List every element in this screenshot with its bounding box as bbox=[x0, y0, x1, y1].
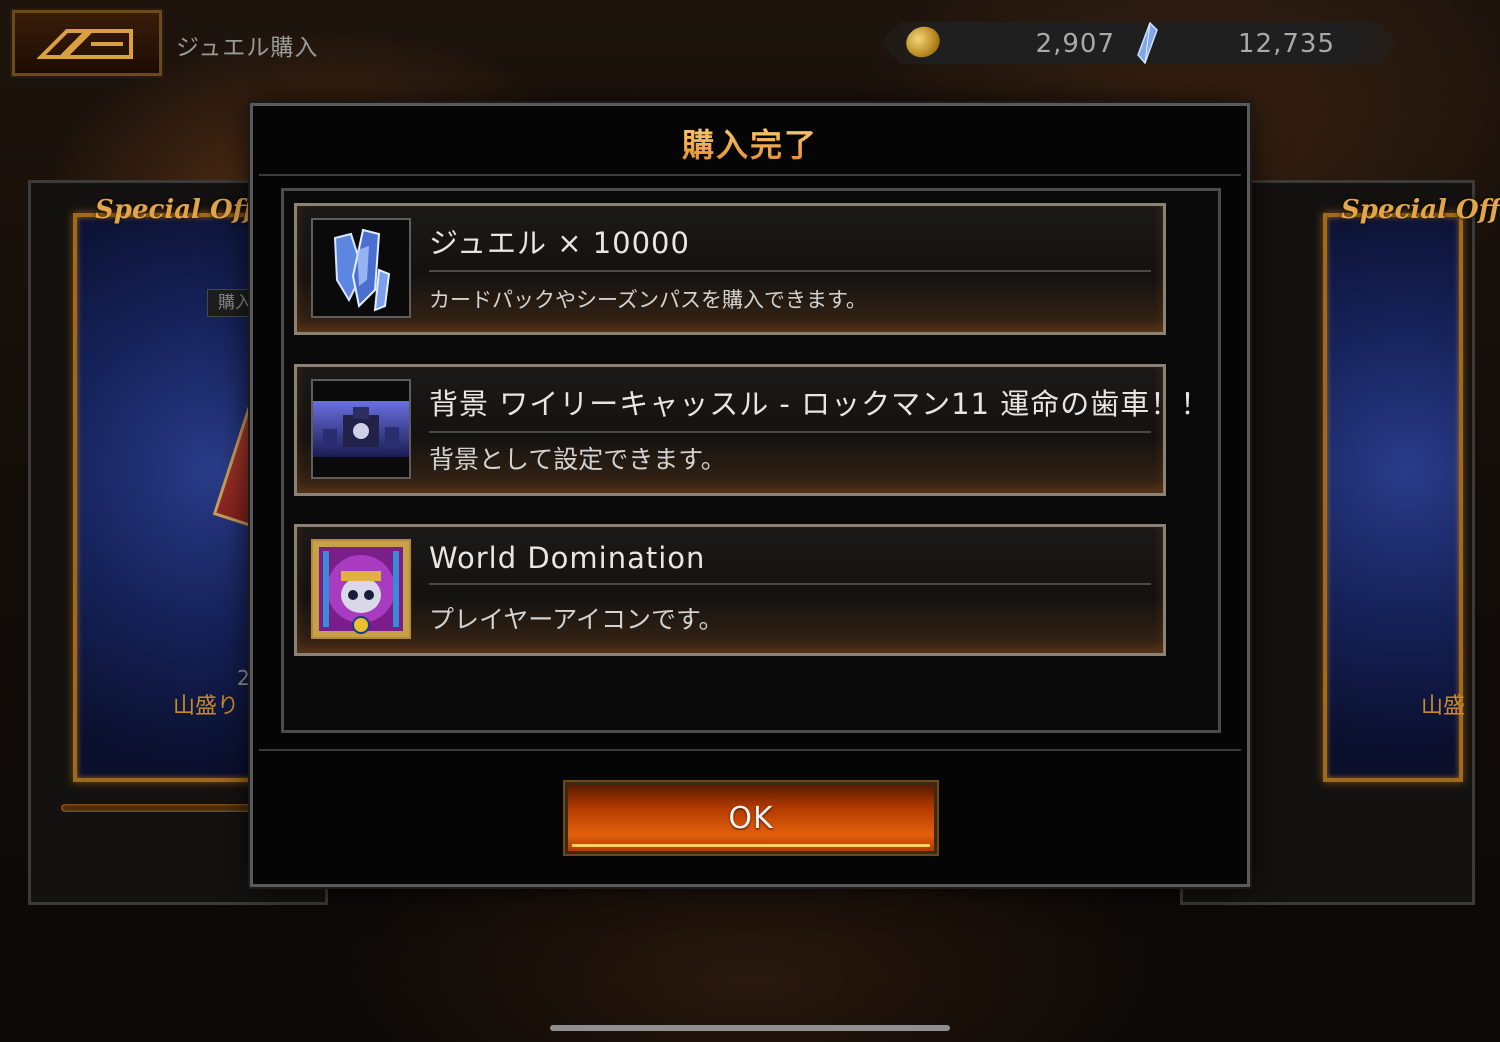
blue-jewel-icon bbox=[1137, 22, 1158, 64]
list-item: World Domination プレイヤーアイコンです。 bbox=[294, 524, 1166, 656]
item-name: World Domination bbox=[429, 541, 1151, 585]
back-button[interactable] bbox=[10, 8, 164, 78]
special-offer-label: Special Off bbox=[1341, 195, 1500, 225]
item-description: 背景として設定できます。 bbox=[429, 445, 726, 474]
offer-subtitle: 山盛 bbox=[1421, 694, 1466, 719]
screen: ジュエル購入 2,907 12,735 Special Offer 購入 2 山… bbox=[0, 0, 1500, 1042]
item-description: カードパックやシーズンパスを購入できます。 bbox=[429, 288, 867, 312]
world-domination-player-icon bbox=[311, 539, 411, 639]
item-name: ジュエル × 10000 bbox=[429, 220, 1151, 272]
coin-balance: 2,907 bbox=[1035, 29, 1115, 59]
jewel-balance: 12,735 bbox=[1238, 29, 1335, 59]
offer-subtitle: 山盛り bbox=[173, 694, 240, 719]
item-description: プレイヤーアイコンです。 bbox=[429, 605, 724, 634]
list-item: ジュエル × 10000 カードパックやシーズンパスを購入できます。 bbox=[294, 203, 1166, 335]
offer-count-fragment: 2 bbox=[237, 666, 250, 690]
screen-title: ジュエル購入 bbox=[176, 35, 319, 61]
dialog-divider bbox=[259, 749, 1241, 751]
jewel-crystal-icon bbox=[311, 218, 411, 318]
game-logo-back-icon bbox=[37, 29, 133, 59]
special-offer-card-right[interactable]: Special Off 山盛 bbox=[1323, 195, 1500, 782]
dialog-title: 購入完了 bbox=[682, 120, 818, 166]
purchase-complete-dialog: 購入完了 ジュエル × 10000 カードパックやシーズンパスを購入できます。 bbox=[250, 103, 1250, 887]
purchased-items-list: ジュエル × 10000 カードパックやシーズンパスを購入できます。 背景 ワイ… bbox=[281, 188, 1221, 733]
ok-button[interactable]: OK bbox=[563, 780, 939, 856]
dialog-title-bar: 購入完了 bbox=[259, 112, 1241, 176]
home-indicator[interactable] bbox=[550, 1025, 950, 1031]
item-name: 背景 ワイリーキャッスル - ロックマン11 運命の歯車！！ bbox=[429, 381, 1209, 433]
list-item: 背景 ワイリーキャッスル - ロックマン11 運命の歯車！！ 背景として設定でき… bbox=[294, 364, 1209, 496]
ok-button-label: OK bbox=[728, 800, 774, 836]
wily-castle-background-thumbnail bbox=[311, 379, 411, 479]
